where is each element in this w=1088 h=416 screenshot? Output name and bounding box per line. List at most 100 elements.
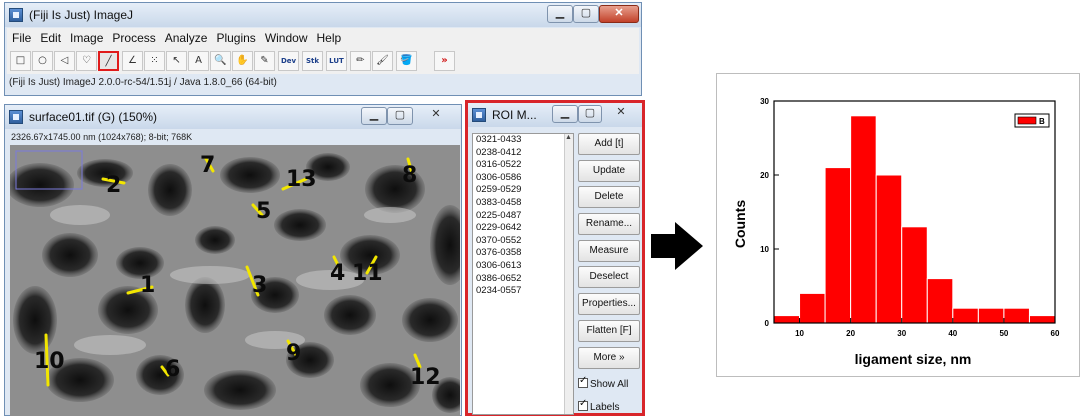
brush-tool-icon[interactable]: 🖌 xyxy=(372,51,393,71)
histogram-chart: 10 20 30 40 50 60 0 10 20 30 ligament size, nm Co… xyxy=(732,97,1060,367)
roi-list-item[interactable]: 0238-0412 xyxy=(473,147,573,160)
labels-checkbox[interactable]: Labels xyxy=(578,398,620,413)
magnifier-tool-icon[interactable]: 🔍 xyxy=(210,51,231,71)
roi-list-item[interactable]: 0316-0522 xyxy=(473,159,573,172)
roi-list-item[interactable]: 0225-0487 xyxy=(473,210,573,223)
show-all-checkbox[interactable]: Show All xyxy=(578,375,629,390)
histogram-bar xyxy=(799,292,826,324)
y-tick-label: 0 xyxy=(765,319,770,328)
point-tool-icon[interactable]: ⁙ xyxy=(144,51,165,71)
show-all-check-icon[interactable] xyxy=(578,375,588,388)
roi-list-item[interactable]: 0383-0458 xyxy=(473,197,573,210)
y-axis-label: Counts xyxy=(732,200,748,248)
histogram-bar xyxy=(850,115,877,324)
roi-list-item[interactable]: 0259-0529 xyxy=(473,184,573,197)
oval-tool-icon[interactable]: ○ xyxy=(32,51,53,71)
y-tick-label: 20 xyxy=(760,171,769,180)
roi-list-item[interactable]: 0386-0652 xyxy=(473,273,573,286)
image-window-icon xyxy=(9,110,23,124)
right-arrow-icon xyxy=(651,222,703,270)
measure-button[interactable]: Measure xyxy=(578,239,640,262)
hand-tool-icon[interactable]: ✋ xyxy=(232,51,253,71)
roi-manager-titlebar[interactable]: ROI M... ▁ ▢ ✕ xyxy=(468,103,642,127)
image-info: 2326.67x1745.00 nm (1024x768); 8-bit; 76… xyxy=(11,132,193,142)
deselect-button[interactable]: Deselect xyxy=(578,266,640,289)
more-button[interactable]: More » xyxy=(578,346,640,369)
labels-check-icon[interactable] xyxy=(578,398,588,411)
roi-list-item[interactable]: 0370-0552 xyxy=(473,235,573,248)
flatten-button[interactable]: Flatten [F] xyxy=(578,319,640,342)
menu-image[interactable]: Image xyxy=(65,28,107,45)
roi-label-8: 8 xyxy=(402,163,418,188)
roi-label-6: 6 xyxy=(165,357,181,382)
menu-help[interactable]: Help xyxy=(312,28,346,45)
roi-list[interactable]: 0321-0433 0238-0412 0316-0522 0306-0586 … xyxy=(472,133,574,415)
roi-list-item[interactable]: 0306-0586 xyxy=(473,172,573,185)
x-tick-label: 30 xyxy=(897,329,906,338)
roi-list-item[interactable]: 0229-0642 xyxy=(473,222,573,235)
show-all-label: Show All xyxy=(590,379,629,390)
image-minimize-button[interactable]: ▁ xyxy=(361,107,387,125)
stk-tool-icon[interactable]: Stk xyxy=(302,51,323,71)
delete-button[interactable]: Delete xyxy=(578,186,640,209)
image-maximize-button[interactable]: ▢ xyxy=(387,107,413,125)
flood-fill-tool-icon[interactable]: 🪣 xyxy=(396,51,417,71)
legend-label: B xyxy=(1039,117,1045,126)
close-button[interactable]: ✕ xyxy=(599,5,639,23)
roi-list-item[interactable]: 0234-0557 xyxy=(473,285,573,298)
angle-tool-icon[interactable]: ∠ xyxy=(122,51,143,71)
imagej-titlebar[interactable]: (Fiji Is Just) ImageJ ▁ ▢ ✕ xyxy=(5,3,641,27)
menu-file[interactable]: File xyxy=(7,28,35,45)
roi-label-13: 13 xyxy=(286,167,317,192)
histogram-bar xyxy=(1028,315,1056,324)
roi-label-9: 9 xyxy=(286,341,302,366)
menu-analyze[interactable]: Analyze xyxy=(160,28,212,45)
roi-list-item[interactable]: 0321-0433 xyxy=(473,134,573,147)
freehand-tool-icon[interactable]: ♡ xyxy=(76,51,97,71)
polygon-tool-icon[interactable]: ◁ xyxy=(54,51,75,71)
image-titlebar[interactable]: surface01.tif (G) (150%) ▁ ▢ ✕ xyxy=(5,105,461,129)
roi-label-5: 5 xyxy=(256,199,272,224)
add-button[interactable]: Add [t] xyxy=(578,133,640,155)
roi-button-column: Add [t] Update Delete Rename... Measure … xyxy=(578,133,640,373)
roi-list-scrollbar[interactable] xyxy=(564,134,573,414)
menu-plugins[interactable]: Plugins xyxy=(211,28,259,45)
roi-close-button[interactable]: ✕ xyxy=(606,105,636,123)
lut-tool-icon[interactable]: LUT xyxy=(326,51,347,71)
y-tick-label: 30 xyxy=(760,97,769,106)
text-tool-icon[interactable]: A xyxy=(188,51,209,71)
x-tick-label: 20 xyxy=(846,329,855,338)
roi-maximize-button[interactable]: ▢ xyxy=(578,105,602,123)
histogram-bar xyxy=(824,167,852,324)
menu-process[interactable]: Process xyxy=(107,28,159,45)
roi-label-2: 2 xyxy=(106,173,122,198)
minimize-button[interactable]: ▁ xyxy=(547,5,573,23)
pencil-tool-icon[interactable]: ✏ xyxy=(350,51,371,71)
roi-label-1: 1 xyxy=(140,273,156,298)
roi-list-item[interactable]: 0306-0613 xyxy=(473,260,573,273)
image-close-button[interactable]: ✕ xyxy=(419,107,453,125)
legend: B xyxy=(1014,113,1050,128)
dev-tool-icon[interactable]: Dev xyxy=(278,51,299,71)
properties-button[interactable]: Properties... xyxy=(578,293,640,316)
more-tools-icon[interactable]: » xyxy=(434,51,455,71)
menu-edit[interactable]: Edit xyxy=(35,28,65,45)
x-tick-label: 40 xyxy=(948,329,957,338)
maximize-button[interactable]: ▢ xyxy=(573,5,599,23)
wand-tool-icon[interactable]: ↖ xyxy=(166,51,187,71)
roi-minimize-button[interactable]: ▁ xyxy=(552,105,578,123)
roi-list-item[interactable]: 0376-0358 xyxy=(473,247,573,260)
x-axis-label: ligament size, nm xyxy=(855,351,972,367)
update-button[interactable]: Update xyxy=(578,159,640,182)
rectangle-tool-icon[interactable]: □ xyxy=(10,51,31,71)
line-tool-icon[interactable]: ╱ xyxy=(98,51,119,71)
imagej-app-icon xyxy=(9,8,23,22)
histogram-bar xyxy=(977,307,1005,324)
rename-button[interactable]: Rename... xyxy=(578,213,640,236)
menu-window[interactable]: Window xyxy=(260,28,312,45)
sem-image-canvas[interactable]: 2 7 13 8 5 1 3 4 11 10 6 9 12 xyxy=(10,145,460,416)
roi-manager-window: ROI M... ▁ ▢ ✕ 0321-0433 0238-0412 0316-… xyxy=(465,100,645,416)
color-picker-tool-icon[interactable]: ✎ xyxy=(254,51,275,71)
image-title: surface01.tif (G) (150%) xyxy=(29,110,158,124)
labels-label: Labels xyxy=(590,402,620,413)
